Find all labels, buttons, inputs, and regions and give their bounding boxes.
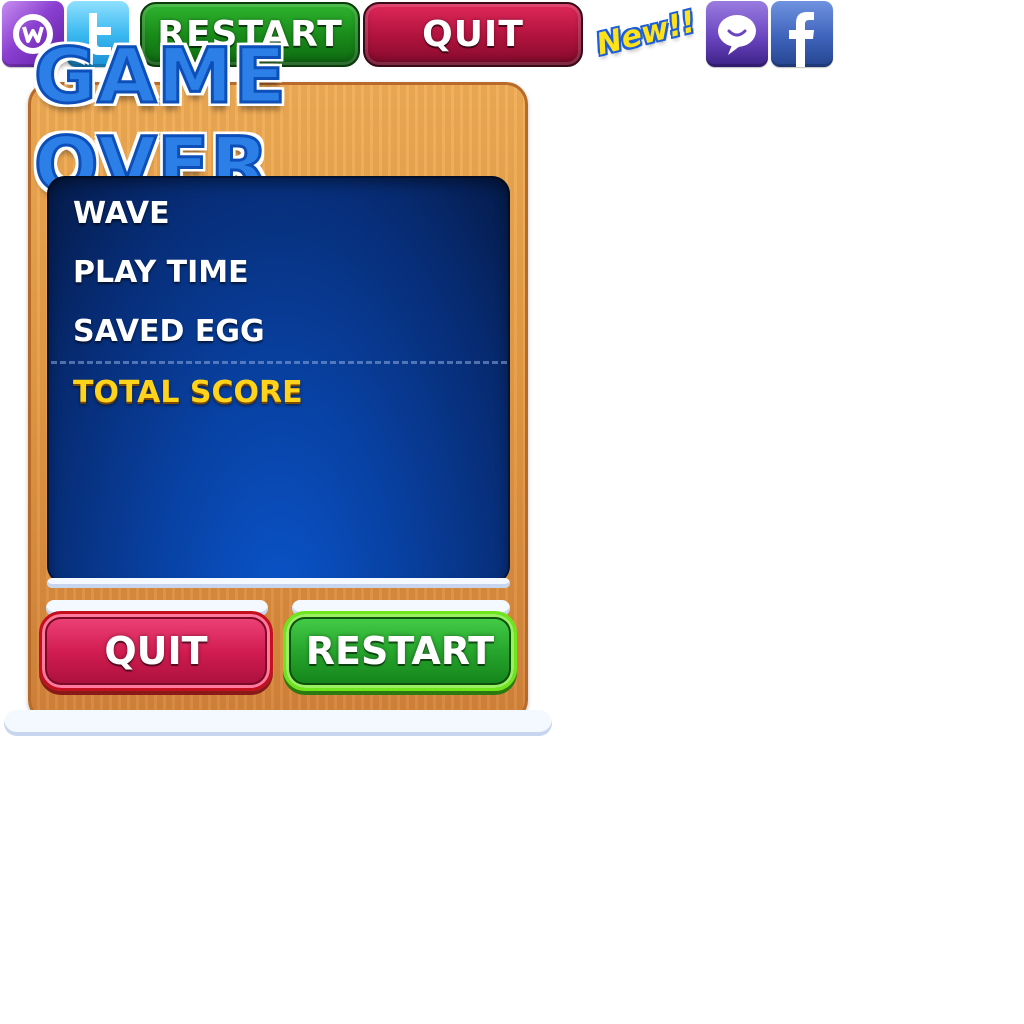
play-time-label: PLAY TIME	[73, 255, 249, 290]
facebook-icon[interactable]	[771, 1, 833, 67]
total-score-label: TOTAL SCORE	[73, 375, 303, 410]
bottom-snow	[4, 710, 552, 736]
chat-bubble-icon[interactable]	[706, 1, 768, 67]
saved-egg-label: SAVED EGG	[73, 314, 265, 349]
new-badge: New!!	[592, 3, 700, 63]
quit-button[interactable]: QUIT	[39, 611, 273, 691]
wave-label: WAVE	[73, 196, 170, 231]
game-over-title: GAME OVER	[33, 30, 288, 211]
score-divider	[51, 361, 507, 364]
panel-snow	[47, 578, 510, 588]
restart-button[interactable]: RESTART	[283, 611, 517, 691]
